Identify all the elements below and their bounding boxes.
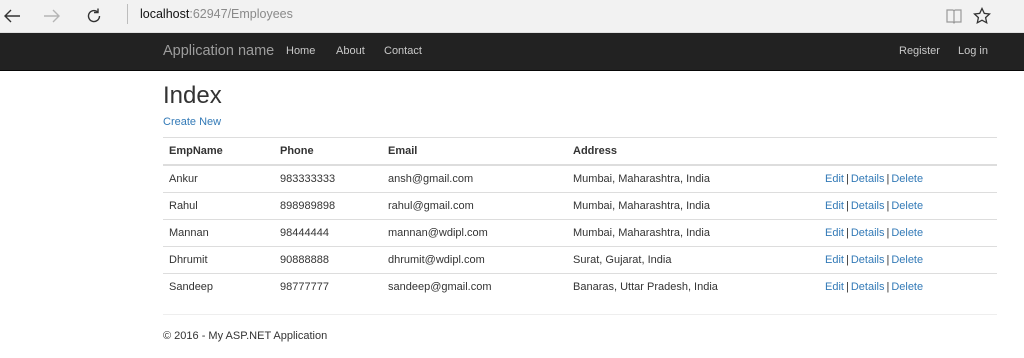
star-icon[interactable] — [970, 4, 994, 28]
cell-address: Mumbai, Maharashtra, India — [573, 173, 710, 185]
url-path: :62947/Employees — [189, 7, 293, 21]
delete-link[interactable]: Delete — [891, 200, 923, 212]
details-link[interactable]: Details — [851, 227, 885, 239]
create-new-link[interactable]: Create New — [163, 116, 221, 128]
footer-text: © 2016 - My ASP.NET Application — [163, 330, 328, 342]
cell-empname: Mannan — [163, 219, 274, 247]
header-actions — [819, 137, 997, 166]
header-empname: EmpName — [163, 137, 274, 166]
edit-link[interactable]: Edit — [825, 173, 844, 185]
cell-empname: Sandeep — [163, 273, 274, 300]
header-phone: Phone — [274, 137, 382, 166]
cell-email: sandeep@gmail.com — [382, 273, 567, 300]
cell-email: ansh@gmail.com — [388, 173, 474, 185]
separator: | — [845, 173, 849, 185]
table-header-row: EmpName Phone Email Address — [163, 137, 997, 166]
table-row: Mannan 98444444 mannan@wdipl.com Mumbai,… — [163, 219, 997, 247]
edit-link[interactable]: Edit — [825, 281, 844, 293]
table-row: Ankur 983333333 ansh@gmail.com Mumbai, M… — [163, 165, 997, 193]
cell-address: Banaras, Uttar Pradesh, India — [567, 273, 819, 300]
details-link[interactable]: Details — [851, 200, 885, 212]
separator: | — [845, 254, 849, 266]
cell-email: dhrumit@wdipl.com — [382, 246, 567, 274]
forward-arrow-icon[interactable] — [40, 4, 64, 28]
header-email: Email — [382, 137, 567, 166]
table-row: Sandeep 98777777 sandeep@gmail.com Banar… — [163, 273, 997, 300]
employees-table: EmpName Phone Email Address Ankur 983333… — [163, 137, 997, 300]
delete-link[interactable]: Delete — [891, 173, 923, 185]
cell-empname: Rahul — [163, 192, 274, 220]
row-actions: Edit | Details | Delete — [819, 219, 997, 247]
cell-email: mannan@wdipl.com — [382, 219, 567, 247]
cell-address: Mumbai, Maharashtra, India — [567, 192, 819, 220]
reading-view-icon[interactable] — [942, 4, 966, 28]
nav-login[interactable]: Log in — [958, 33, 988, 70]
cell-phone: 983333333 — [280, 173, 336, 185]
delete-link[interactable]: Delete — [891, 254, 923, 266]
nav-contact[interactable]: Contact — [384, 33, 422, 70]
row-actions: Edit | Details | Delete — [819, 273, 997, 300]
row-actions: Edit | Details | Delete — [819, 246, 997, 274]
cell-phone: 98444444 — [274, 219, 382, 247]
cell-phone: 98777777 — [274, 273, 382, 300]
row-actions: Edit | Details | Delete — [819, 165, 997, 193]
cell-phone: 898989898 — [274, 192, 382, 220]
refresh-icon[interactable] — [82, 4, 106, 28]
table-row: Dhrumit 90888888 dhrumit@wdipl.com Surat… — [163, 246, 997, 274]
cell-address: Surat, Gujarat, India — [567, 246, 819, 274]
details-link[interactable]: Details — [851, 281, 885, 293]
brand-link[interactable]: Application name — [163, 33, 274, 70]
address-bar[interactable]: localhost:62947/Employees — [127, 4, 940, 24]
cell-empname: Ankur — [169, 173, 198, 185]
nav-register[interactable]: Register — [899, 33, 940, 70]
back-arrow-icon[interactable] — [0, 4, 24, 28]
edit-link[interactable]: Edit — [825, 227, 844, 239]
details-link[interactable]: Details — [851, 173, 885, 185]
url-host: localhost — [140, 7, 190, 21]
separator: | — [845, 227, 849, 239]
edit-link[interactable]: Edit — [825, 254, 844, 266]
browser-toolbar: localhost:62947/Employees — [0, 0, 1024, 33]
separator: | — [845, 281, 849, 293]
nav-about[interactable]: About — [336, 33, 365, 70]
table-row: Rahul 898989898 rahul@gmail.com Mumbai, … — [163, 192, 997, 220]
cell-email: rahul@gmail.com — [382, 192, 567, 220]
delete-link[interactable]: Delete — [891, 227, 923, 239]
delete-link[interactable]: Delete — [891, 281, 923, 293]
separator: | — [845, 200, 849, 212]
app-navbar: Application name Home About Contact Regi… — [0, 33, 1024, 71]
page-title: Index — [163, 82, 222, 109]
nav-home[interactable]: Home — [286, 33, 315, 70]
cell-address: Mumbai, Maharashtra, India — [567, 219, 819, 247]
edit-link[interactable]: Edit — [825, 200, 844, 212]
header-address: Address — [567, 137, 819, 166]
footer-divider — [163, 314, 997, 315]
row-actions: Edit | Details | Delete — [819, 192, 997, 220]
cell-empname: Dhrumit — [163, 246, 274, 274]
details-link[interactable]: Details — [851, 254, 885, 266]
cell-phone: 90888888 — [274, 246, 382, 274]
